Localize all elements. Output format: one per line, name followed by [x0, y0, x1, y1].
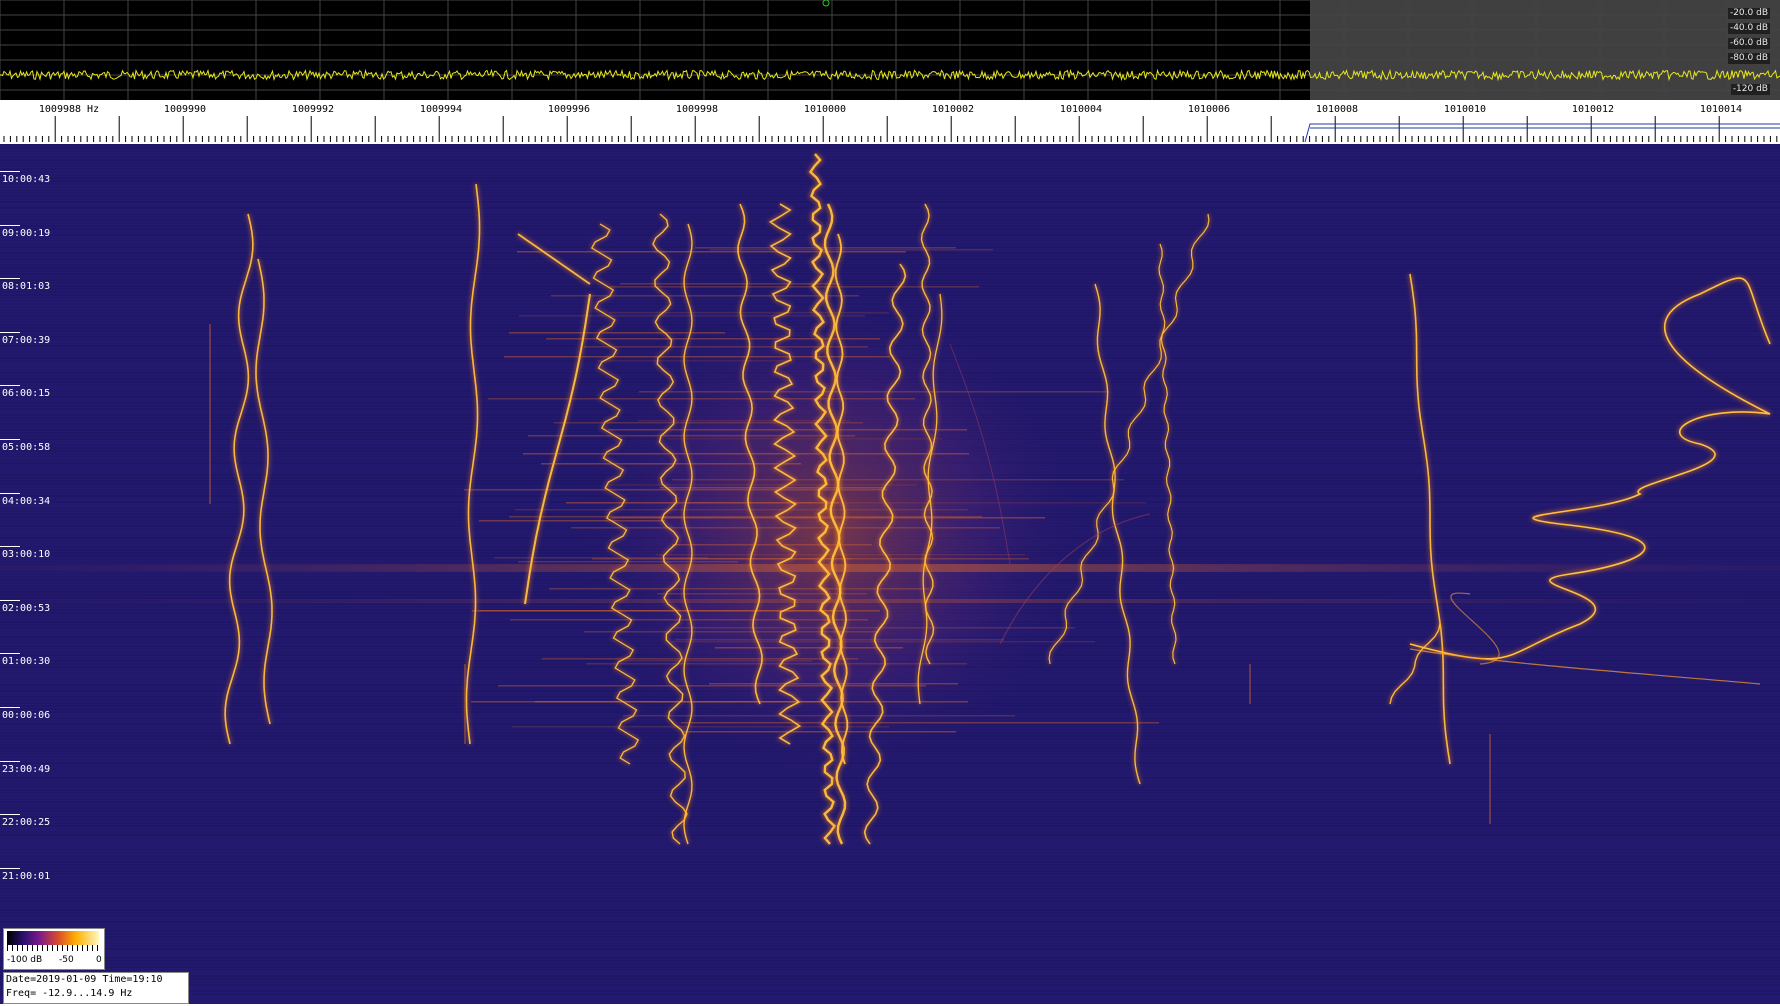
time-label: 07:00:39: [2, 334, 51, 346]
freq-range-text: Freq= -12.9...14.9 Hz: [6, 988, 133, 999]
waterfall-plot: [0, 144, 1780, 995]
colorbar-ticks: [7, 945, 99, 951]
time-tick: [0, 278, 20, 280]
freq-label: 1009990: [163, 104, 207, 115]
colorbar-legend: -100 dB -50 0: [3, 928, 105, 970]
colorbar-min-label: -100 dB: [7, 955, 43, 965]
freq-label: 1010008: [1315, 104, 1359, 115]
time-tick: [0, 814, 20, 816]
colorbar-mid-label: -50: [59, 955, 74, 965]
db-label: -80.0 dB: [1727, 53, 1770, 64]
time-label: 21:00:01: [2, 870, 51, 882]
colorbar-gradient: [7, 931, 99, 945]
freq-label: 1010002: [931, 104, 975, 115]
time-tick: [0, 653, 20, 655]
db-label: -120 dB: [1730, 84, 1770, 95]
waterfall-display[interactable]: 10:00:43 09:00:19 08:01:03 07:00:39 06:00:15…: [0, 144, 1780, 1004]
time-tick: [0, 385, 20, 387]
time-tick: [0, 331, 20, 333]
freq-label: 1010010: [1443, 104, 1487, 115]
freq-label: 1009996: [547, 104, 591, 115]
freq-label: 1009994: [419, 104, 463, 115]
colorbar-max-label: 0: [96, 955, 102, 965]
freq-label: 1009998: [675, 104, 719, 115]
db-label: -40.0 dB: [1727, 23, 1770, 34]
ruler-ticks: [3, 116, 1780, 143]
freq-label: 1010006: [1187, 104, 1231, 115]
time-label: 03:00:10: [2, 549, 51, 561]
db-label: -20.0 dB: [1727, 8, 1770, 19]
time-label: 02:00:53: [2, 602, 51, 614]
time-tick: [0, 599, 20, 601]
time-tick: [0, 707, 20, 708]
time-label: 04:00:34: [2, 495, 51, 507]
time-tick: [0, 546, 20, 548]
spectrum-plot: [0, 0, 1780, 100]
time-label: 09:00:19: [2, 227, 51, 239]
date-time-text: Date=2019-01-09 Time=19:10: [6, 974, 163, 985]
time-tick: [0, 224, 20, 226]
time-label: 08:01:03: [2, 281, 51, 293]
time-tick: [0, 492, 20, 494]
time-label: 05:00:58: [2, 442, 51, 453]
freq-label: 1010004: [1059, 104, 1103, 115]
time-tick: [0, 867, 20, 869]
spectrum-panel[interactable]: -20.0 dB -40.0 dB -60.0 dB -80.0 dB -120…: [0, 0, 1780, 100]
time-label: 10:00:43: [2, 174, 51, 185]
time-label: 00:00:06: [2, 710, 51, 721]
time-tick: [0, 171, 20, 172]
time-label: 23:00:49: [2, 763, 51, 775]
freq-label: 1010012: [1571, 104, 1615, 115]
spectrogram-app: -20.0 dB -40.0 dB -60.0 dB -80.0 dB -120…: [0, 0, 1780, 1006]
time-label: 01:00:30: [2, 656, 51, 668]
freq-label: 1010014: [1699, 104, 1743, 115]
freq-label: 1009988 Hz: [38, 104, 100, 115]
info-box: Date=2019-01-09 Time=19:10 Freq= -12.9..…: [3, 972, 189, 1004]
frequency-ruler[interactable]: 1009988 Hz 1009990 1009992 1009994 1009996 10…: [0, 100, 1780, 144]
time-tick: [0, 760, 20, 762]
freq-label: 1010000: [803, 104, 847, 115]
time-label: 06:00:15: [2, 388, 51, 400]
db-label: -60.0 dB: [1727, 38, 1770, 49]
time-label: 22:00:25: [2, 817, 51, 829]
freq-label: 1009992: [291, 104, 335, 115]
time-tick: [0, 439, 20, 440]
